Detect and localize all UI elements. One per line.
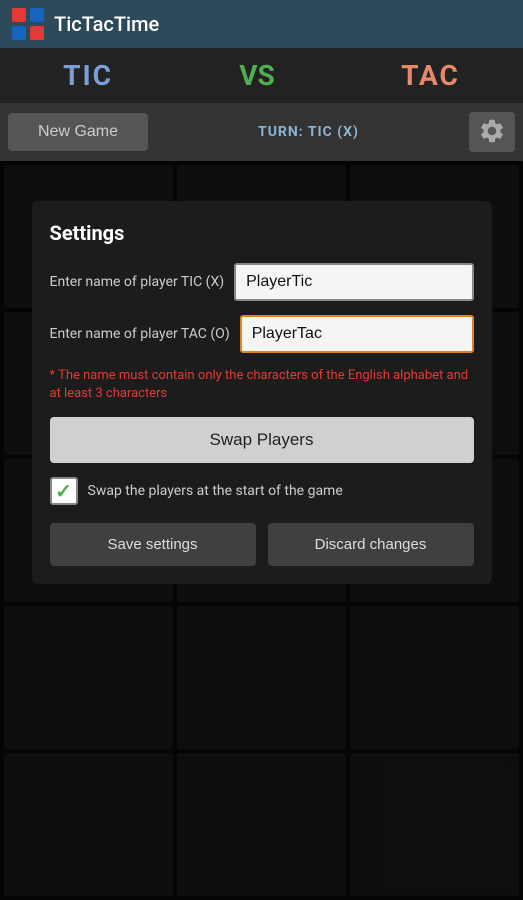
player-tic-row: Enter name of player TIC (X) [50,263,474,301]
score-tac: TAC [401,59,460,92]
toolbar: New Game TURN: TIC (X) [0,103,523,161]
gear-icon [478,117,506,148]
app-title: TicTacTime [54,12,159,36]
player-tic-label: Enter name of player TIC (X) [50,274,225,290]
player-tic-input[interactable] [234,263,473,301]
app-icon [12,8,44,40]
turn-indicator: TURN: TIC (X) [258,124,359,140]
player-tac-input[interactable] [240,315,474,353]
score-vs: VS [239,59,275,92]
validation-message: * The name must contain only the charact… [50,367,474,403]
auto-swap-row: ✓ Swap the players at the start of the g… [50,477,474,505]
score-header: TIC VS TAC [0,48,523,103]
discard-changes-button[interactable]: Discard changes [268,523,474,566]
auto-swap-checkbox[interactable]: ✓ [50,477,78,505]
player-tac-label: Enter name of player TAC (O) [50,326,230,342]
score-tic: TIC [63,59,113,92]
auto-swap-label: Swap the players at the start of the gam… [88,483,343,499]
settings-title: Settings [50,221,474,245]
app-bar: TicTacTime [0,0,523,48]
checkbox-check-icon: ✓ [55,481,72,501]
actions-row: Save settings Discard changes [50,523,474,566]
settings-dialog: Settings Enter name of player TIC (X) En… [32,201,492,584]
new-game-button[interactable]: New Game [8,113,148,151]
save-settings-button[interactable]: Save settings [50,523,256,566]
settings-button[interactable] [469,112,515,152]
swap-players-button[interactable]: Swap Players [50,417,474,463]
player-tac-row: Enter name of player TAC (O) [50,315,474,353]
settings-overlay: Settings Enter name of player TIC (X) En… [0,161,523,900]
